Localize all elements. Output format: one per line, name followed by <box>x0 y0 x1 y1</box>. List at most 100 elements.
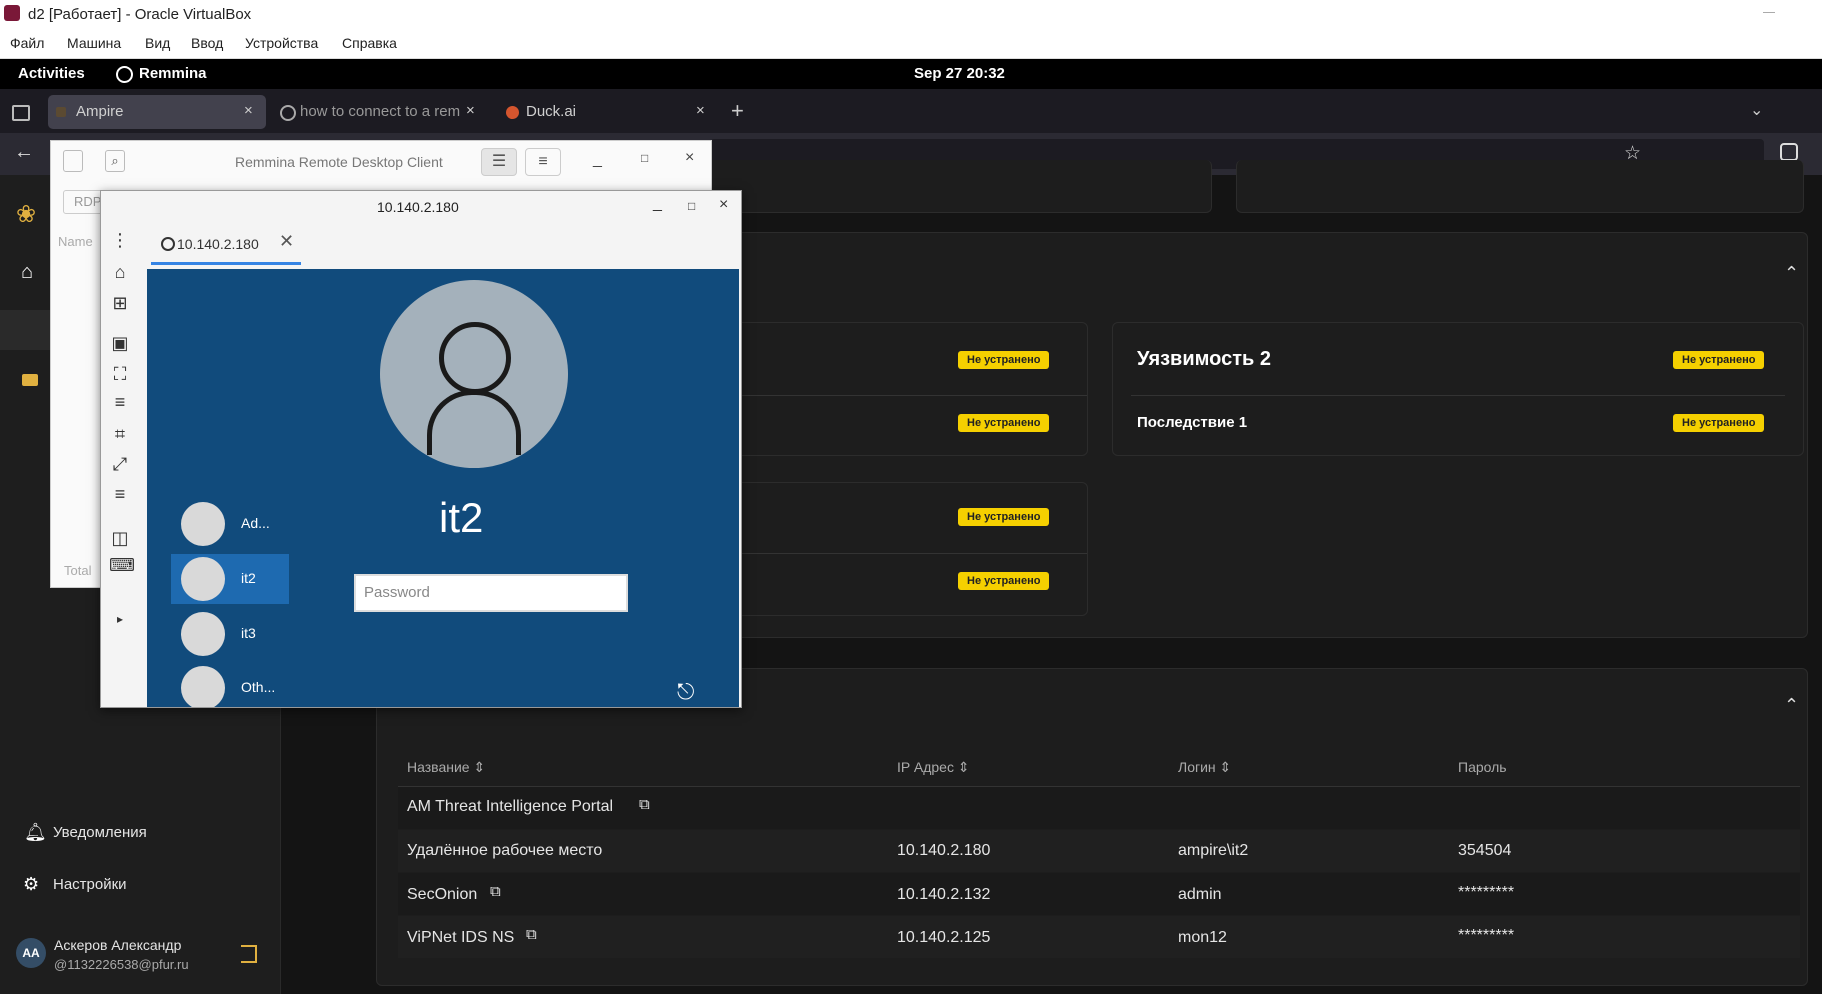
resource-login: admin <box>1178 886 1222 903</box>
tab-label: Duck.ai <box>526 103 577 120</box>
external-link-icon[interactable]: ⧉ <box>490 883 501 900</box>
sidebar-notifications[interactable]: Уведомления <box>53 824 147 841</box>
clock[interactable]: Sep 27 20:32 <box>914 65 1005 82</box>
table-row[interactable]: AM Threat Intelligence Portal ⧉ <box>398 787 1800 829</box>
menu-file[interactable]: Файл <box>10 35 44 51</box>
main-menu-icon[interactable]: ≡ <box>525 148 561 176</box>
name-column-header[interactable]: Name <box>58 234 93 249</box>
pocket-icon[interactable] <box>1780 143 1798 161</box>
tab-how-to-connect[interactable]: how to connect to a remo × <box>276 95 486 129</box>
monitor-icon[interactable] <box>0 310 50 350</box>
user-tile-label: Ad... <box>241 515 270 531</box>
duplicate-icon[interactable]: ⊞ <box>109 292 131 314</box>
col-header-name[interactable]: Название ⇕ <box>407 759 485 776</box>
col-header-login[interactable]: Логин ⇕ <box>1178 759 1231 776</box>
app-menu-remmina[interactable]: Remmina <box>139 65 207 82</box>
resource-name[interactable]: AM Threat Intelligence Portal <box>407 798 613 816</box>
tab-close-icon[interactable]: ✕ <box>279 231 294 252</box>
resource-ip: 10.140.2.125 <box>897 929 991 946</box>
logout-icon[interactable] <box>241 945 257 963</box>
table-row[interactable]: Удалённое рабочее место 10.140.2.180 amp… <box>398 830 1800 872</box>
tab-close-icon[interactable]: × <box>244 102 253 119</box>
vbox-menubar: Файл Машина Вид Ввод Устройства Справка <box>0 28 1822 59</box>
resource-name[interactable]: ViPNet IDS NS <box>407 929 514 947</box>
maximize-icon[interactable]: □ <box>688 199 695 213</box>
home-icon[interactable]: ⌂ <box>109 261 131 283</box>
scale-icon[interactable]: ⤢ <box>109 453 131 475</box>
user-tile-admin[interactable]: Ad... <box>171 499 289 549</box>
back-arrow-icon[interactable]: ← <box>14 141 34 164</box>
table-row[interactable]: ViPNet IDS NS ⧉ 10.140.2.125 mon12 *****… <box>398 916 1800 958</box>
bell-icon[interactable]: 🔔︎ <box>24 822 47 843</box>
tab-label: Ampire <box>76 103 124 120</box>
maximize-icon[interactable]: □ <box>641 151 648 165</box>
user-tile-it3[interactable]: it3 <box>171 609 289 659</box>
minimize-icon[interactable]: _ <box>593 151 602 169</box>
tab-duck-ai[interactable]: Duck.ai × <box>498 95 714 129</box>
user-tile-it2[interactable]: it2 <box>171 554 289 604</box>
user-icon <box>181 666 225 707</box>
resource-login: mon12 <box>1178 929 1227 946</box>
external-link-icon[interactable]: ⧉ <box>526 926 537 943</box>
avatar[interactable]: AA <box>16 938 46 968</box>
user-tile-label: Oth... <box>241 679 276 695</box>
menu-icon[interactable]: ≡ <box>109 391 131 413</box>
tab-overview-icon[interactable] <box>12 105 30 121</box>
activities-button[interactable]: Activities <box>18 65 85 82</box>
status-badge: Не устранено <box>958 351 1050 369</box>
rdp-tab-label: 10.140.2.180 <box>177 236 259 252</box>
user-email: @1132226538@pfur.ru <box>54 957 189 972</box>
col-header-ip[interactable]: IP Адрес ⇕ <box>897 759 970 776</box>
remote-desktop-screen[interactable]: it2 Password Ad... it2 it3 Oth... ⎋ <box>147 269 739 707</box>
table-row[interactable]: SecOnion ⧉ 10.140.2.132 admin ********* <box>398 873 1800 915</box>
collapse-chevron-icon[interactable]: ⌃ <box>1784 695 1799 716</box>
tab-ampire[interactable]: Ampire × <box>48 95 266 129</box>
list-view-icon[interactable]: ☰ <box>481 148 517 176</box>
resource-ip: 10.140.2.132 <box>897 886 991 903</box>
dynamic-resolution-icon[interactable]: ⌗ <box>109 423 131 445</box>
tab-close-icon[interactable]: × <box>696 102 705 119</box>
collapse-chevron-icon[interactable]: ⌃ <box>1784 263 1799 284</box>
menu-help[interactable]: Справка <box>342 35 397 51</box>
gnome-topbar: Activities Remmina Sep 27 20:32 <box>0 59 1822 89</box>
user-icon <box>181 502 225 546</box>
user-tile-other[interactable]: Oth... <box>171 663 289 707</box>
tab-close-icon[interactable]: × <box>466 102 475 119</box>
connection-title: 10.140.2.180 <box>377 199 459 215</box>
kebab-menu-icon[interactable]: ⋮ <box>109 229 131 251</box>
user-tile-label: it2 <box>241 570 256 586</box>
menu-devices[interactable]: Устройства <box>245 35 318 51</box>
total-label: Total <box>64 563 92 578</box>
home-icon[interactable]: ⌂ <box>21 261 33 284</box>
close-icon[interactable]: × <box>719 196 728 214</box>
menu-machine[interactable]: Машина <box>67 35 121 51</box>
search-icon[interactable]: ⌕ <box>105 150 125 172</box>
sidebar-settings[interactable]: Настройки <box>53 876 127 893</box>
keyboard-icon[interactable]: ⌨ <box>109 554 135 576</box>
minimize-icon[interactable] <box>1763 12 1775 13</box>
tab-favicon <box>56 107 66 117</box>
network-icon[interactable]: ⎋ <box>677 679 694 705</box>
new-tab-plus-icon[interactable]: + <box>731 98 744 124</box>
user-icon <box>181 557 225 601</box>
gear-icon[interactable]: ⚙︎ <box>23 874 39 895</box>
new-connection-icon[interactable] <box>63 150 83 172</box>
menu-input[interactable]: Ввод <box>191 35 223 51</box>
close-icon[interactable]: × <box>685 149 694 167</box>
external-link-icon[interactable]: ⧉ <box>639 796 650 813</box>
resource-name[interactable]: SecOnion <box>407 886 477 904</box>
expand-toolbar-icon[interactable]: ▸ <box>109 608 131 630</box>
fullscreen-icon[interactable]: ⛶ <box>109 363 131 385</box>
remmina-main-title: Remmina Remote Desktop Client <box>235 154 443 170</box>
multimonitor-icon[interactable]: ◫ <box>109 527 131 549</box>
consequence-label: Последствие 1 <box>1137 414 1248 431</box>
fit-window-icon[interactable]: ▣ <box>109 332 131 354</box>
menu-view[interactable]: Вид <box>145 35 170 51</box>
tab-list-chevron-icon[interactable]: ⌄ <box>1750 100 1763 120</box>
rdp-tab[interactable]: 10.140.2.180 ✕ <box>151 228 301 265</box>
tab-status-icon <box>161 237 175 251</box>
minimize-icon[interactable]: _ <box>653 195 662 213</box>
password-input[interactable]: Password <box>354 574 628 612</box>
menu-icon[interactable]: ≡ <box>109 483 131 505</box>
book-icon[interactable] <box>22 374 38 386</box>
